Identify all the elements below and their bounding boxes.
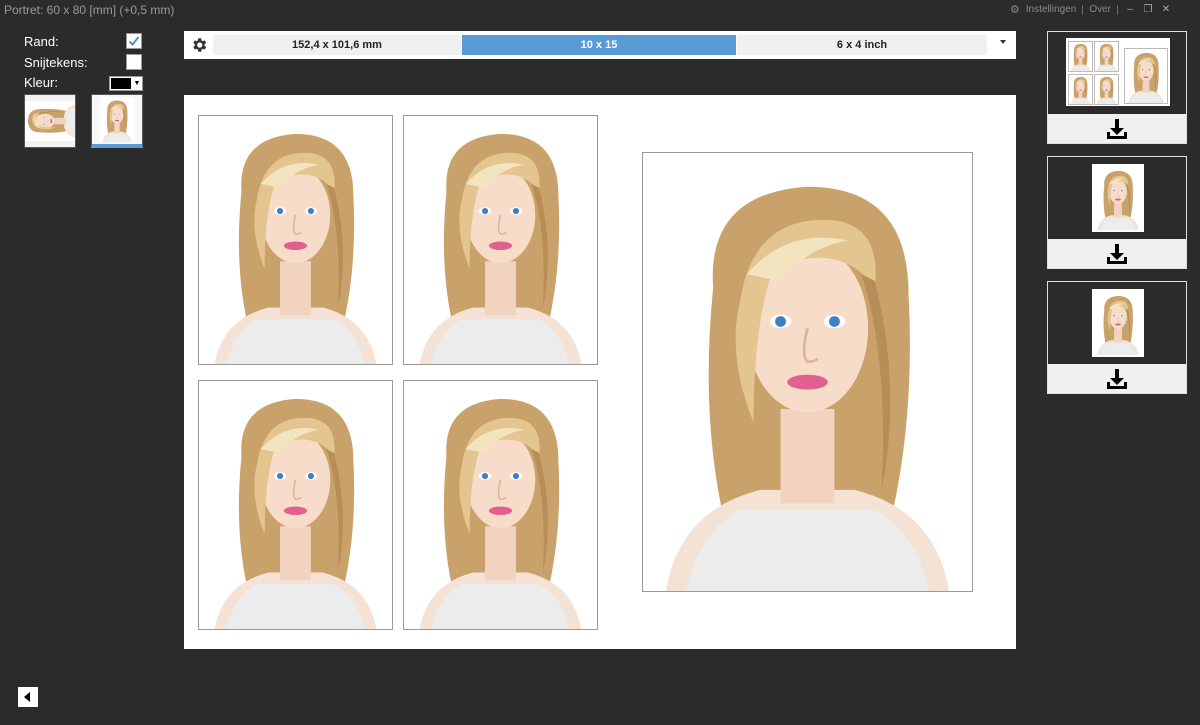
divider bbox=[1117, 4, 1118, 15]
download-icon bbox=[1107, 243, 1127, 264]
back-button[interactable] bbox=[18, 687, 38, 707]
export-photo-small-card[interactable] bbox=[1047, 281, 1187, 394]
gear-icon[interactable] bbox=[190, 36, 208, 54]
paper-size-option-selected[interactable]: 10 x 15 bbox=[462, 35, 736, 55]
close-button[interactable]: ✕ bbox=[1160, 4, 1172, 15]
gear-icon: ⚙ bbox=[1009, 4, 1020, 16]
passport-photo bbox=[403, 380, 598, 630]
cropmarks-label: Snijtekens: bbox=[24, 55, 88, 70]
about-link[interactable]: Over bbox=[1089, 4, 1111, 15]
orientation-portrait-button[interactable] bbox=[91, 94, 143, 148]
passport-photo bbox=[403, 115, 598, 365]
photo-thumbnail bbox=[1092, 164, 1144, 232]
export-sheet-card[interactable] bbox=[1047, 31, 1187, 144]
export-photo-card[interactable] bbox=[1047, 156, 1187, 269]
window-title: Portret: 60 x 80 [mm] (+0,5 mm) bbox=[4, 3, 175, 17]
paper-size-option[interactable]: 152,4 x 101,6 mm bbox=[213, 35, 461, 55]
download-icon bbox=[1107, 118, 1127, 139]
large-portrait-photo bbox=[642, 152, 973, 592]
passport-photo bbox=[198, 380, 393, 630]
chevron-down-icon: ▼ bbox=[133, 80, 141, 87]
paper-size-bar: 152,4 x 101,6 mm 10 x 15 6 x 4 inch bbox=[184, 31, 1016, 59]
download-button[interactable] bbox=[1048, 364, 1186, 393]
border-checkbox[interactable] bbox=[126, 33, 142, 49]
restore-button[interactable]: ❐ bbox=[1142, 4, 1154, 15]
passport-photo bbox=[198, 115, 393, 365]
photo-thumbnail bbox=[1092, 289, 1144, 357]
orientation-landscape-button[interactable] bbox=[24, 94, 76, 148]
triangle-left-icon bbox=[24, 692, 30, 702]
color-swatch bbox=[111, 78, 131, 89]
print-sheet-preview bbox=[184, 95, 1016, 649]
checkmark-icon bbox=[128, 36, 140, 46]
chevron-down-icon[interactable] bbox=[1000, 40, 1006, 44]
border-label: Rand: bbox=[24, 34, 59, 49]
download-button[interactable] bbox=[1048, 114, 1186, 143]
color-picker[interactable]: ▼ bbox=[109, 76, 143, 91]
color-label: Kleur: bbox=[24, 75, 58, 90]
window-controls: ⚙ Instellingen Over – ❐ ✕ bbox=[1010, 3, 1172, 16]
sheet-thumbnail bbox=[1066, 38, 1170, 106]
divider bbox=[1082, 4, 1084, 15]
download-icon bbox=[1107, 368, 1127, 389]
cropmarks-checkbox[interactable] bbox=[126, 54, 142, 70]
settings-link[interactable]: Instellingen bbox=[1026, 4, 1077, 15]
landscape-portrait-thumbnail bbox=[25, 95, 75, 147]
download-button[interactable] bbox=[1048, 239, 1186, 268]
minimize-button[interactable]: – bbox=[1124, 4, 1136, 15]
paper-size-option[interactable]: 6 x 4 inch bbox=[737, 35, 987, 55]
portrait-thumbnail bbox=[92, 95, 142, 144]
